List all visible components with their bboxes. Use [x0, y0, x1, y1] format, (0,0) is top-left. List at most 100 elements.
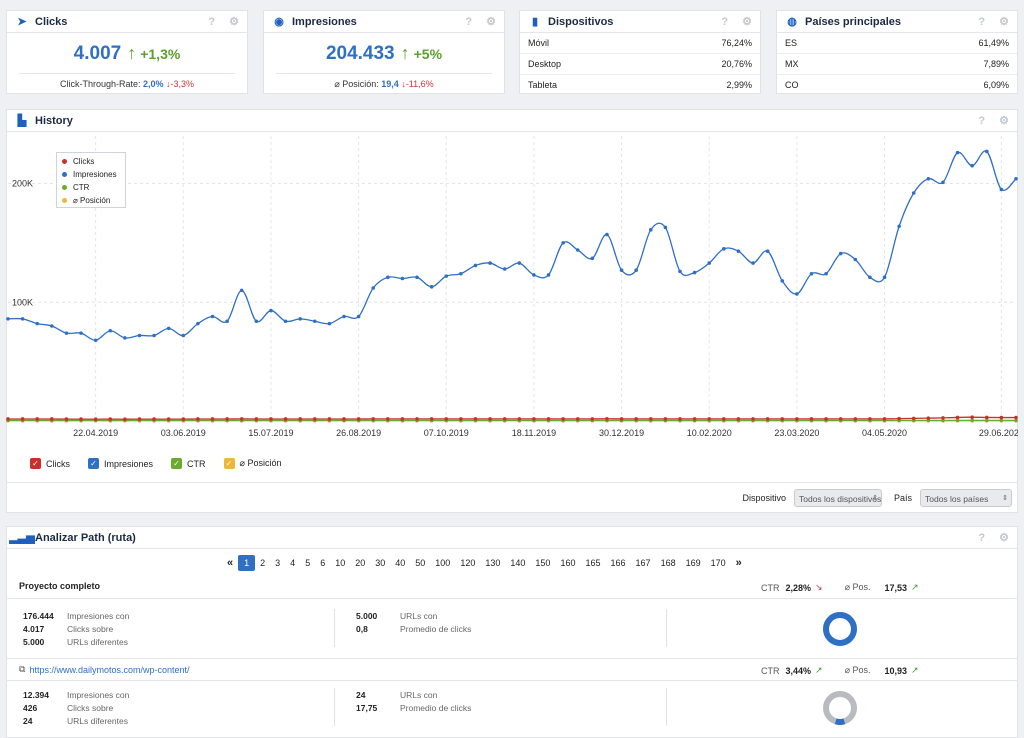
page-button[interactable]: 150: [530, 555, 555, 571]
page-button[interactable]: 130: [480, 555, 505, 571]
page-button[interactable]: 165: [580, 555, 605, 571]
stat-value: 17,75: [356, 702, 378, 713]
device-select-value: Todos los dispositivos: [798, 494, 882, 504]
help-icon[interactable]: ?: [465, 16, 472, 28]
clicks-value-row: 4.007 ↑ +1,3%: [7, 43, 247, 65]
legend-label: Clicks: [73, 157, 95, 166]
page-button[interactable]: 30: [370, 555, 390, 571]
data-point-impresiones: [400, 276, 405, 281]
data-point-impresiones: [210, 314, 215, 319]
data-point-clicks: [546, 417, 551, 421]
device-select[interactable]: Todos los dispositivos ⇕: [793, 489, 882, 507]
data-point-clicks: [955, 415, 960, 420]
page-button[interactable]: 40: [390, 555, 410, 571]
stat-item: 176.444 Impresiones con: [23, 609, 129, 622]
x-tick-label: 22.04.2019: [73, 428, 118, 438]
impresiones-value-row: 204.433 ↑ +5%: [264, 43, 504, 65]
data-point-impresiones: [181, 333, 186, 338]
page-button[interactable]: 6: [315, 555, 330, 571]
chart-icon: ▙: [17, 115, 27, 127]
page-button[interactable]: 160: [555, 555, 580, 571]
page-button[interactable]: 100: [430, 555, 455, 571]
data-point-clicks: [166, 417, 171, 421]
toggle-posicion[interactable]: ✓ ⌀ Posición: [223, 458, 281, 469]
page-button[interactable]: 169: [681, 555, 706, 571]
data-point-impresiones: [196, 321, 200, 326]
help-icon[interactable]: ?: [978, 532, 985, 544]
pos-label: ⌀ Pos.: [844, 665, 871, 675]
chart-legend: Clicks Impresiones CTR ⌀ Posición: [56, 152, 126, 208]
paises-title: Países principales: [805, 15, 901, 28]
x-tick-label: 15.07.2019: [248, 428, 293, 438]
country-select[interactable]: Todos los países ⇕: [920, 489, 1012, 507]
table-row: MX 7,89%: [777, 54, 1017, 75]
clicks-card: ➤ Clicks ? ⚙ 4.007 ↑ +1,3% Click-Through-R…: [6, 10, 248, 94]
data-point-impresiones: [824, 271, 828, 276]
data-point-clicks: [327, 417, 332, 421]
ctr-summary-label: Click-Through-Rate:: [59, 79, 141, 89]
page-button[interactable]: 1: [238, 555, 256, 571]
data-point-impresiones: [50, 324, 54, 328]
help-icon[interactable]: ?: [208, 16, 215, 28]
checkbox-icon[interactable]: ✓: [223, 458, 235, 469]
page-button[interactable]: 170: [706, 555, 731, 571]
globe-icon: ◍: [787, 16, 797, 28]
row-label: CO: [785, 80, 799, 90]
gear-icon[interactable]: ⚙: [486, 15, 496, 28]
first-page-button[interactable]: «: [222, 555, 238, 571]
page-button[interactable]: 140: [505, 555, 530, 571]
toggle-clicks[interactable]: ✓ Clicks: [30, 458, 70, 469]
clicks-card-header: ➤ Clicks ? ⚙: [7, 11, 247, 33]
help-icon[interactable]: ?: [978, 115, 985, 127]
country-filter-label: País: [893, 493, 912, 503]
last-page-button[interactable]: »: [731, 555, 747, 571]
path-url[interactable]: https://www.dailymotos.com/wp-content/: [29, 665, 189, 675]
page-button[interactable]: 20: [350, 555, 370, 571]
page-button[interactable]: 10: [330, 555, 350, 571]
data-point-impresiones: [751, 261, 755, 265]
series-toggles: ✓ Clicks ✓ Impresiones ✓ CTR ✓ ⌀ Posición: [30, 458, 299, 469]
gear-icon[interactable]: ⚙: [999, 114, 1009, 127]
data-point-impresiones: [502, 267, 507, 271]
data-point-impresiones: [342, 314, 346, 319]
page-button[interactable]: 166: [606, 555, 631, 571]
toggle-ctr[interactable]: ✓ CTR: [171, 458, 206, 469]
checkbox-icon[interactable]: ✓: [30, 458, 41, 469]
data-point-impresiones: [123, 336, 127, 340]
y-tick-label: 200K: [12, 179, 33, 189]
dispositivos-table: Móvil 76,24% Desktop 20,76% Tableta 2,99%: [520, 33, 760, 95]
paises-table: ES 61,49% MX 7,89% CO 6,09%: [777, 33, 1017, 95]
page-button[interactable]: 5: [300, 555, 315, 571]
gear-icon[interactable]: ⚙: [999, 531, 1009, 544]
data-point-impresiones: [108, 328, 113, 333]
data-point-impresiones: [298, 317, 302, 321]
help-icon[interactable]: ?: [721, 16, 728, 28]
help-icon[interactable]: ?: [978, 16, 985, 28]
checkbox-icon[interactable]: ✓: [171, 458, 183, 469]
data-point-clicks: [765, 417, 770, 421]
legend-label: Impresiones: [73, 170, 117, 179]
toggle-impresiones[interactable]: ✓ Impresiones: [88, 458, 153, 469]
page-button[interactable]: 167: [631, 555, 656, 571]
checkbox-icon[interactable]: ✓: [88, 458, 99, 469]
data-point-clicks: [473, 417, 478, 421]
data-point-clicks: [605, 416, 609, 421]
data-point-clicks: [868, 417, 872, 421]
page-button[interactable]: 4: [285, 555, 300, 571]
page-button[interactable]: 2: [255, 555, 270, 571]
page-button[interactable]: 168: [656, 555, 681, 571]
arrow-up-icon: ↑: [400, 43, 410, 63]
history-card-header: ▙ History ? ⚙: [7, 110, 1017, 132]
data-point-impresiones: [79, 331, 83, 335]
stat-value: 12.394: [23, 689, 49, 700]
gear-icon[interactable]: ⚙: [229, 15, 239, 28]
gear-icon[interactable]: ⚙: [742, 15, 752, 28]
page-button[interactable]: 50: [410, 555, 430, 571]
page-button[interactable]: 3: [270, 555, 285, 571]
ctr-summary-value: 2,0%: [143, 79, 164, 89]
gear-icon[interactable]: ⚙: [999, 15, 1009, 28]
stat-label: Impresiones con: [67, 610, 130, 621]
page-button[interactable]: 120: [455, 555, 480, 571]
posicion-summary: ⌀ Posición: 19,4 ↓-11,6%: [276, 73, 492, 90]
path-link[interactable]: ⧉ https://www.dailymotos.com/wp-content/: [19, 664, 190, 675]
